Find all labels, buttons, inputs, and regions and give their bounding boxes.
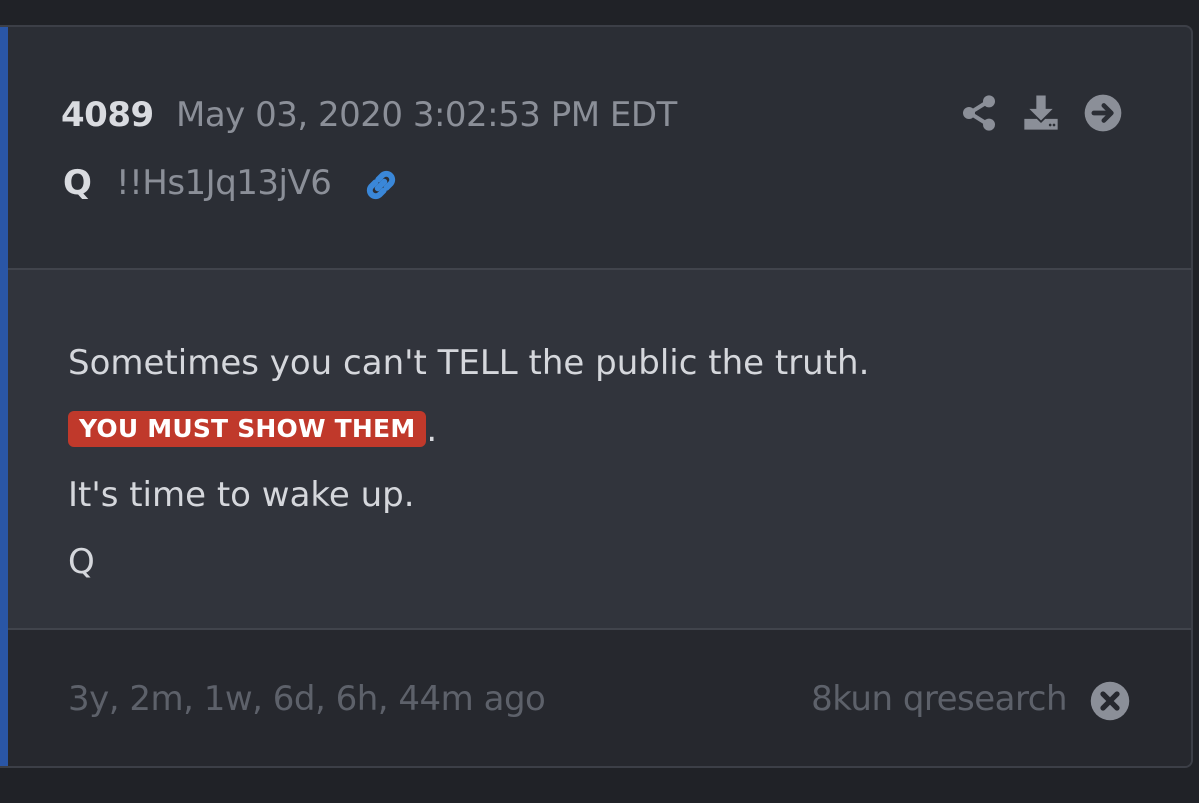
accent-bar [0,27,8,766]
post-source: 8kun qresearch [811,679,1067,719]
author-tripcode: !!Hs1Jq13jV6 [116,163,332,203]
post-signature: Q [68,542,95,582]
post-text-line-highlighted: YOU MUST SHOW THEM. [68,410,437,450]
post-text-line: Sometimes you can't TELL the public the … [68,343,870,383]
download-icon[interactable] [1021,93,1061,133]
post-number: 4089 [61,95,154,135]
post-actions [959,93,1123,133]
post-footer: 3y, 2m, 1w, 6d, 6h, 44m ago 8kun qresear… [8,630,1191,766]
post-text-line: It's time to wake up. [68,475,415,515]
link-icon[interactable] [359,163,403,207]
post-header: 4089 May 03, 2020 3:02:53 PM EDT Q !!Hs1… [8,27,1191,269]
post-card: 4089 May 03, 2020 3:02:53 PM EDT Q !!Hs1… [0,25,1193,768]
author-name: Q [63,163,92,203]
post-age: 3y, 2m, 1w, 6d, 6h, 44m ago [68,679,546,719]
post-timestamp: May 03, 2020 3:02:53 PM EDT [176,95,677,135]
post-body: Sometimes you can't TELL the public the … [8,270,1191,628]
share-icon[interactable] [959,93,999,133]
highlight-suffix: . [426,410,438,450]
arrow-right-circle-icon[interactable] [1083,93,1123,133]
highlighted-text: YOU MUST SHOW THEM [68,411,427,447]
close-circle-icon[interactable] [1089,680,1131,722]
